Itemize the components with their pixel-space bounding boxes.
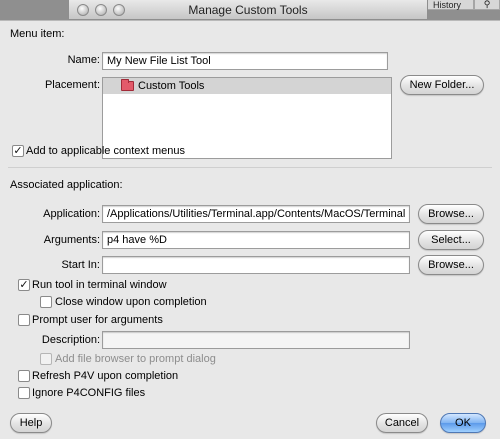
menu-item-section-label: Menu item: [10, 28, 65, 40]
title-bar: Manage Custom Tools [68, 0, 428, 20]
run-in-terminal-checkbox[interactable]: ✓ [18, 279, 30, 291]
folder-icon [121, 79, 134, 91]
description-label: Description: [41, 334, 100, 346]
close-on-completion-label: Close window upon completion [55, 296, 207, 308]
close-on-completion-checkbox[interactable] [40, 296, 52, 308]
description-input[interactable] [102, 331, 410, 349]
add-file-browser-checkbox[interactable] [40, 353, 52, 365]
dialog-panel: Menu item: Name: My New File List Tool P… [0, 20, 500, 439]
application-label: Application: [43, 208, 100, 220]
start-in-label: Start In: [61, 259, 100, 271]
context-menus-checkbox[interactable]: ✓ [12, 145, 24, 157]
prompt-for-arguments-label: Prompt user for arguments [32, 314, 163, 326]
placement-item-label: Custom Tools [138, 80, 205, 92]
placement-label: Placement: [44, 79, 100, 91]
add-file-browser-label: Add file browser to prompt dialog [55, 353, 216, 365]
help-button[interactable]: Help [10, 413, 52, 433]
placement-item-custom-tools[interactable]: Custom Tools [103, 78, 391, 94]
name-label: Name: [67, 54, 100, 66]
run-in-terminal-label: Run tool in terminal window [32, 279, 167, 291]
section-divider [8, 167, 492, 168]
start-in-browse-button[interactable]: Browse... [418, 255, 484, 275]
manage-custom-tools-dialog: Manage Custom Tools Menu item: Name: My … [0, 0, 500, 439]
application-browse-button[interactable]: Browse... [418, 204, 484, 224]
context-menus-label: Add to applicable context menus [26, 145, 185, 157]
prompt-for-arguments-checkbox[interactable] [18, 314, 30, 326]
arguments-input[interactable]: p4 have %D [102, 231, 410, 249]
refresh-p4v-checkbox[interactable] [18, 370, 30, 382]
ok-button[interactable]: OK [440, 413, 486, 433]
arguments-label: Arguments: [43, 234, 100, 246]
start-in-input[interactable] [102, 256, 410, 274]
ignore-p4config-checkbox[interactable] [18, 387, 30, 399]
ignore-p4config-label: Ignore P4CONFIG files [32, 387, 146, 399]
window-title: Manage Custom Tools [188, 2, 308, 17]
application-input[interactable]: /Applications/Utilities/Terminal.app/Con… [102, 205, 410, 223]
name-input[interactable]: My New File List Tool [102, 52, 388, 70]
refresh-p4v-label: Refresh P4V upon completion [32, 370, 179, 382]
associated-application-section-label: Associated application: [10, 179, 123, 191]
new-folder-button[interactable]: New Folder... [400, 75, 484, 95]
arguments-select-button[interactable]: Select... [418, 230, 484, 250]
cancel-button[interactable]: Cancel [376, 413, 428, 433]
